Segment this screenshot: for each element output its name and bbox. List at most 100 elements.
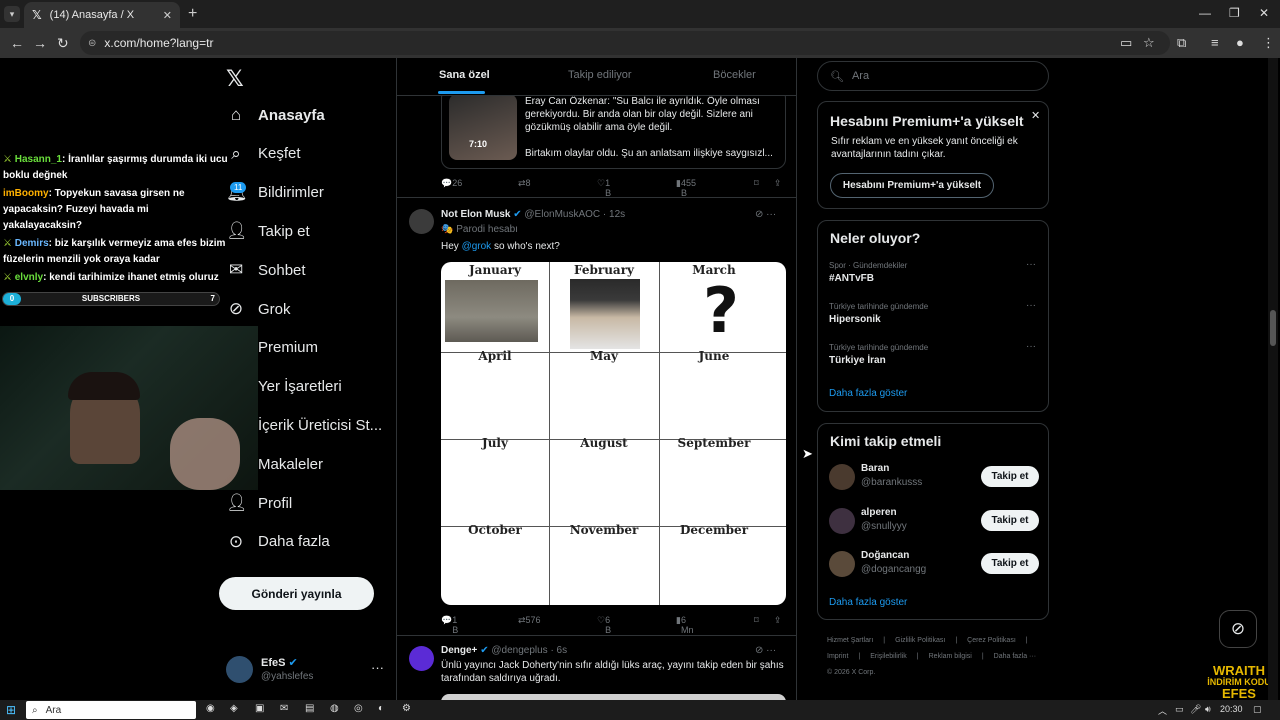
repost-button[interactable]: ⇄ 576 xyxy=(518,615,541,626)
page-scrollbar[interactable] xyxy=(1268,58,1278,700)
copilot-icon[interactable]: ◈ xyxy=(230,703,238,714)
follow-button[interactable]: Takip et xyxy=(981,466,1039,487)
footer-link[interactable]: Reklam bilgisi xyxy=(929,653,972,660)
avatar[interactable] xyxy=(409,646,434,671)
tab-bugs[interactable]: Böcekler xyxy=(713,69,756,81)
quoted-post-card[interactable]: 7:10 Eray Can Özkenar: "Su Balcı ile ayr… xyxy=(441,88,786,169)
follow-button[interactable]: Takip et xyxy=(981,553,1039,574)
taskbar-clock[interactable]: 20:30 xyxy=(1220,704,1243,714)
explorer-icon[interactable]: ▤ xyxy=(305,703,314,714)
scrollbar-thumb[interactable] xyxy=(1270,310,1276,346)
sidebar-item-10[interactable]: 👤︎ Profil xyxy=(226,488,292,518)
notification-center-icon[interactable]: ▢ xyxy=(1253,704,1262,715)
author-name[interactable]: Denge+ xyxy=(441,645,477,656)
new-tab-button[interactable]: + xyxy=(188,5,197,23)
avatar[interactable] xyxy=(829,464,855,490)
video-thumbnail[interactable]: 7:10 xyxy=(449,94,517,160)
cast-icon[interactable]: ▭ xyxy=(1120,35,1132,51)
trend-item[interactable]: Türkiye İran xyxy=(829,355,886,366)
mail-icon[interactable]: ✉ xyxy=(280,703,288,714)
reply-button[interactable]: 💬 26 xyxy=(441,178,462,189)
chrome-icon[interactable]: ◎ xyxy=(354,703,363,714)
footer-link[interactable]: Çerez Politikası xyxy=(967,637,1016,644)
trend-more-icon[interactable]: ··· xyxy=(1026,259,1036,270)
suggested-user-handle[interactable]: @barankusss xyxy=(861,477,922,488)
who-to-follow-show-more-link[interactable]: Daha fazla göster xyxy=(829,597,907,608)
like-button[interactable]: ♡ 6 B xyxy=(597,615,611,635)
suggested-user-name[interactable]: Doğancan xyxy=(861,550,909,561)
bookmark-icon[interactable]: ⌑ xyxy=(754,615,759,626)
trends-show-more-link[interactable]: Daha fazla göster xyxy=(829,388,907,399)
share-icon[interactable]: ⇪ xyxy=(774,178,782,189)
follow-button[interactable]: Takip et xyxy=(981,509,1039,531)
trend-more-icon[interactable]: ··· xyxy=(1026,300,1036,311)
avatar[interactable] xyxy=(829,551,855,577)
back-icon[interactable]: ← xyxy=(10,35,24,51)
like-button[interactable]: ♡ 1 B xyxy=(597,178,611,198)
forward-icon[interactable]: → xyxy=(33,35,47,51)
media-icon[interactable]: ≡ xyxy=(1211,35,1219,50)
bookmark-icon[interactable]: ⌑ xyxy=(754,178,759,189)
premium-upgrade-button[interactable]: Hesabını Premium+'a yükselt xyxy=(830,173,994,198)
post-more-icon[interactable]: ··· xyxy=(766,645,776,656)
url-bar[interactable]: ⊜ x.com/home?lang=tr xyxy=(80,31,1170,55)
store-icon[interactable]: ▣ xyxy=(255,703,264,714)
volume-icon[interactable]: 🔊︎ xyxy=(1205,704,1211,715)
network-icon[interactable]: ▭ xyxy=(1175,704,1184,715)
profile-icon[interactable]: ● xyxy=(1236,35,1244,50)
grok-icon[interactable]: ⊘ xyxy=(755,209,763,220)
sidebar-item-5[interactable]: ⊘ Grok xyxy=(226,294,291,324)
author-handle[interactable]: @dengeplus xyxy=(491,645,547,656)
sidebar-item-0[interactable]: ⌂ Anasayfa xyxy=(226,100,325,130)
author-name[interactable]: Not Elon Musk xyxy=(441,209,510,220)
settings-icon[interactable]: ⚙ xyxy=(402,703,411,714)
tab-following[interactable]: Takip ediliyor xyxy=(568,69,632,81)
suggested-user-name[interactable]: alperen xyxy=(861,507,897,518)
windows-start-icon[interactable]: ⊞ xyxy=(6,703,16,717)
x-home-logo-icon[interactable]: 𝕏 xyxy=(226,66,244,92)
reply-button[interactable]: 💬 1 B xyxy=(441,615,458,635)
mic-icon[interactable]: 🎤︎ xyxy=(1190,704,1201,715)
calendar-meme-image[interactable]: ? January February March April May June July Au… xyxy=(441,262,786,605)
account-more-icon[interactable]: ··· xyxy=(371,660,384,675)
footer-link[interactable]: Imprint xyxy=(827,653,848,660)
trend-more-icon[interactable]: ··· xyxy=(1026,341,1036,352)
repost-button[interactable]: ⇄ 8 xyxy=(518,178,531,189)
tab-for-you[interactable]: Sana özel xyxy=(439,69,490,81)
edge-icon[interactable]: ◉ xyxy=(206,703,215,714)
footer-link[interactable]: © 2026 X Corp. xyxy=(827,669,875,676)
footer-link[interactable]: Gizlilik Politikası xyxy=(895,637,945,644)
suggested-user-handle[interactable]: @dogancangg xyxy=(861,564,926,575)
search-input[interactable]: 🔍︎ Ara xyxy=(817,61,1049,91)
sidebar-item-11[interactable]: ⊙ Daha fazla xyxy=(226,527,330,557)
browser-tab[interactable]: 𝕏 (14) Anasayfa / X ✕ xyxy=(24,2,180,28)
share-icon[interactable]: ⇪ xyxy=(774,615,782,626)
post-time[interactable]: · 12s xyxy=(603,209,625,220)
window-close-icon[interactable]: ✕ xyxy=(1259,6,1269,20)
footer-link[interactable]: Daha fazla ··· xyxy=(994,653,1036,660)
trend-item[interactable]: #ANTvFB xyxy=(829,273,874,284)
minimize-icon[interactable]: — xyxy=(1199,6,1211,20)
views-button[interactable]: ▮ 455 B xyxy=(676,178,696,198)
post-button[interactable]: Gönderi yayınla xyxy=(219,577,374,610)
avatar[interactable] xyxy=(409,209,434,234)
reload-icon[interactable]: ↻ xyxy=(57,35,69,52)
taskbar-search[interactable]: ⌕ Ara xyxy=(26,701,196,719)
author-handle[interactable]: @ElonMuskAOC xyxy=(524,209,600,220)
views-button[interactable]: ▮ 6 Mn xyxy=(676,615,693,635)
footer-link[interactable]: Erişilebilirlik xyxy=(870,653,907,660)
suggested-user-name[interactable]: Baran xyxy=(861,463,889,474)
grok-icon[interactable]: ⊘ xyxy=(755,645,763,656)
account-switcher[interactable]: EfeS ✔ @yahslefes ··· xyxy=(226,656,386,684)
tab-list-button[interactable]: ▾ xyxy=(4,6,20,22)
sidebar-item-4[interactable]: ✉ Sohbet xyxy=(226,255,306,285)
bookmark-star-icon[interactable]: ☆ xyxy=(1143,35,1155,51)
grok-floating-button[interactable]: ⊘ xyxy=(1219,610,1257,648)
restore-icon[interactable]: ❐ xyxy=(1229,6,1240,20)
trend-item[interactable]: Hipersonik xyxy=(829,314,881,325)
tray-chevron-icon[interactable]: ︿ xyxy=(1158,704,1167,717)
discord-icon[interactable]: ◐ xyxy=(378,703,384,714)
footer-link[interactable]: Hizmet Şartları xyxy=(827,637,873,644)
sidebar-item-1[interactable]: ⌕ Keşfet xyxy=(226,139,300,169)
post-more-icon[interactable]: ··· xyxy=(766,209,776,220)
